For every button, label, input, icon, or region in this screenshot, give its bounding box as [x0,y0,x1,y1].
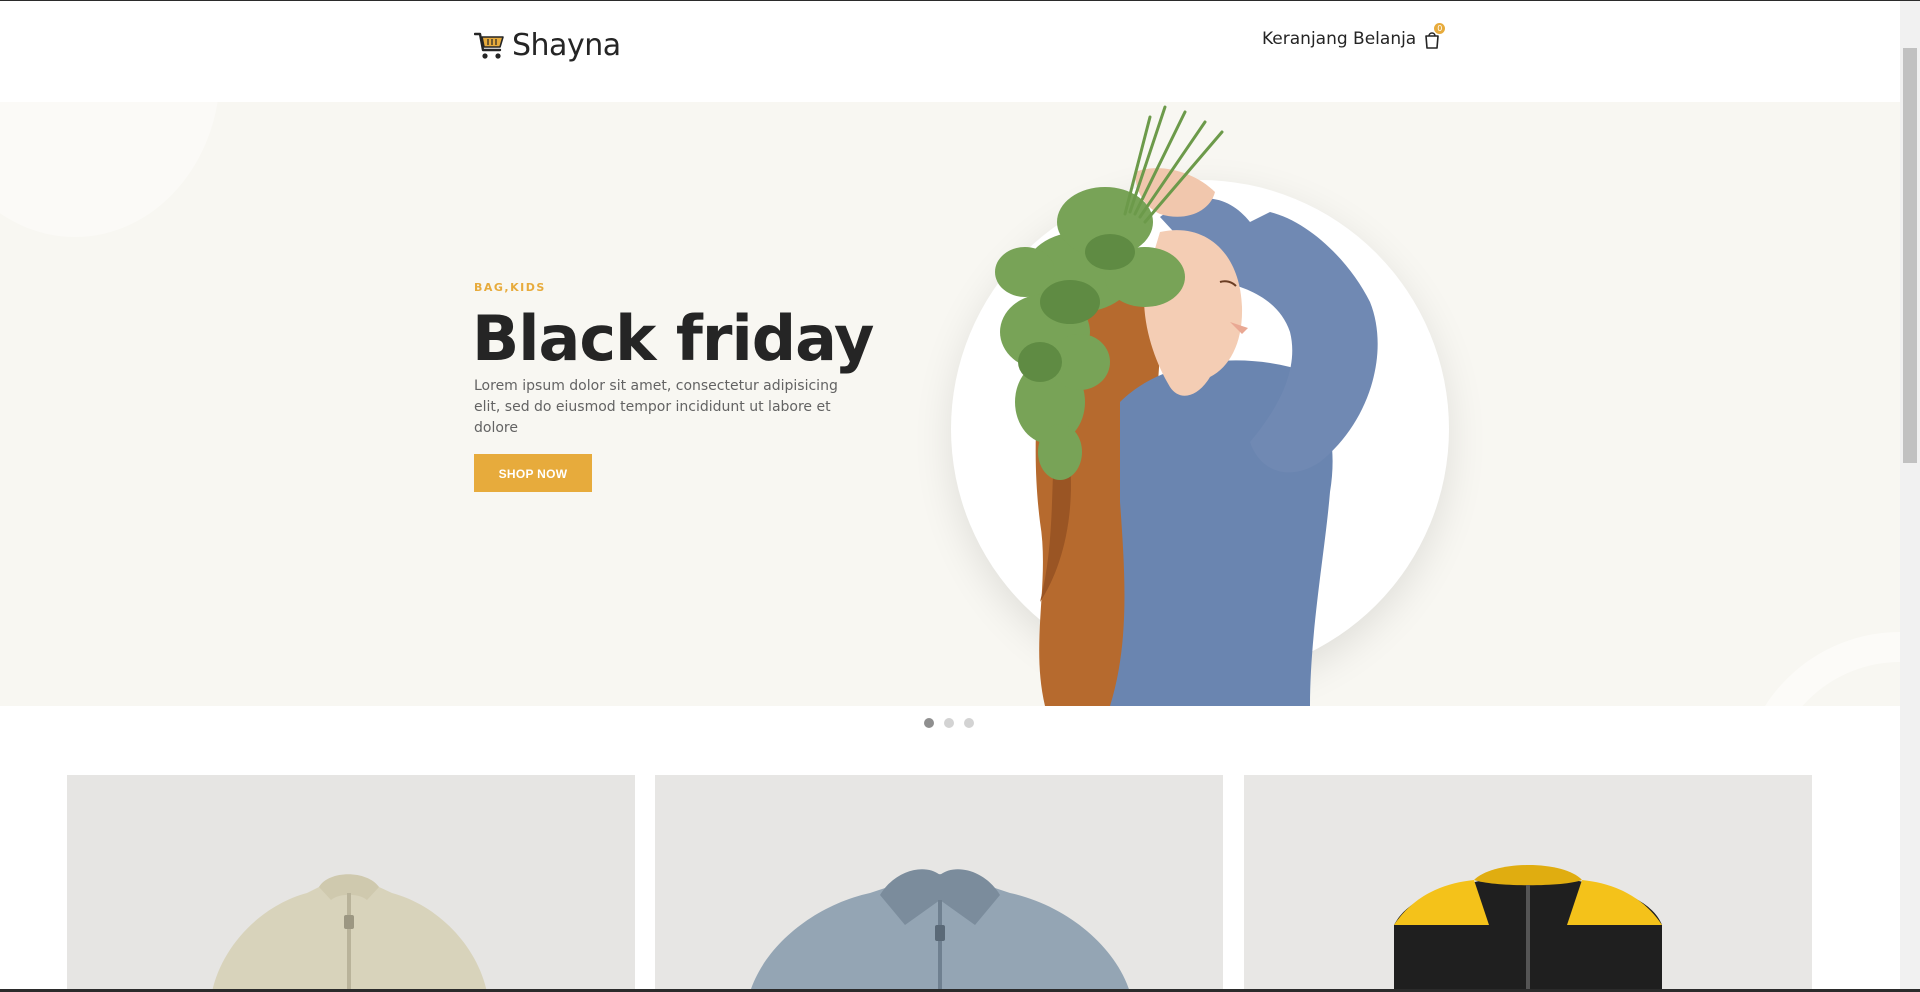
decorative-ring [1740,632,1900,706]
slider-dot-2[interactable] [944,718,954,728]
product-card-yellow-vest[interactable] [1244,775,1812,992]
product-card-beige-jacket[interactable] [67,775,635,992]
cart-icon-container: 0 [1424,23,1446,50]
slider-dot-3[interactable] [964,718,974,728]
hero-category: BAG,KIDS [474,281,546,294]
hero-description: Lorem ipsum dolor sit amet, consectetur … [474,378,838,436]
brand-name: Shayna [512,27,621,63]
hero-title: Black friday [472,302,874,375]
product-image-yellow-vest [1244,775,1812,992]
cart-label: Keranjang Belanja [1262,29,1417,49]
cart-count-badge: 0 [1434,23,1446,34]
brand-logo[interactable]: Shayna [474,26,621,64]
product-card-blue-jacket[interactable] [655,775,1223,992]
slider-dot-1[interactable] [924,718,934,728]
page-scrollbar[interactable] [1900,1,1920,989]
scrollbar-thumb[interactable] [1903,48,1917,463]
product-image-blue-jacket [655,775,1223,992]
shopping-cart-logo-icon [474,32,504,59]
hero-slider: BAG,KIDS Black friday Lorem ipsum dolor … [0,102,1900,706]
product-image-beige-jacket [67,775,635,992]
shop-now-button[interactable]: SHOP NOW [474,454,592,492]
slider-pagination [924,718,974,728]
site-header: Shayna Keranjang Belanja 0 [0,1,1900,102]
decorative-circle [0,102,220,237]
hero-model-image [995,105,1378,706]
shopping-cart-link[interactable]: Keranjang Belanja 0 [1262,23,1446,50]
